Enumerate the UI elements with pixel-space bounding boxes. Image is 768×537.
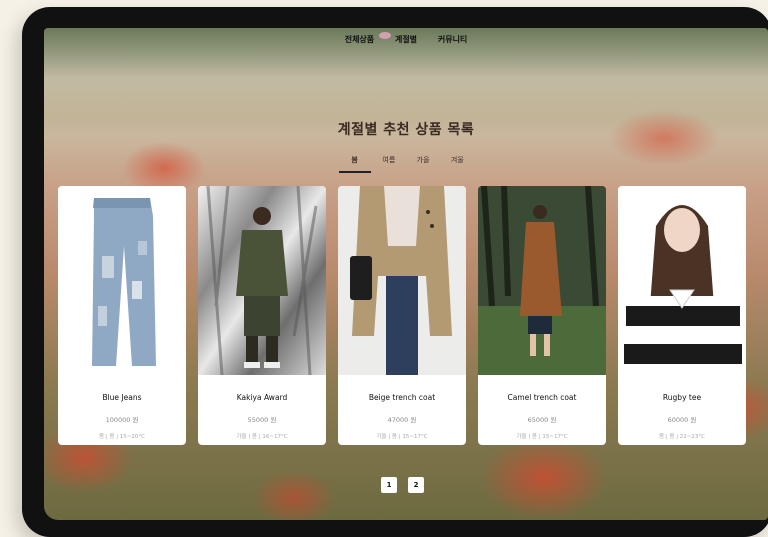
top-nav: 전체상품 계절별 커뮤니티 (44, 32, 768, 45)
product-price: 47000 원 (387, 416, 417, 424)
nav-indicator (379, 32, 391, 39)
product-image-kakiya (198, 186, 326, 375)
product-image-camel-trench (478, 186, 606, 375)
product-meta: 봄 | 봄 | 15~20°C (98, 434, 145, 440)
product-card[interactable]: Blue Jeans 100000 원 봄 | 봄 | 15~20°C (58, 186, 186, 445)
product-image-jeans (58, 186, 186, 375)
product-price: 60000 원 (667, 416, 697, 424)
season-tabs: 봄 여름 가을 겨울 (44, 155, 768, 173)
product-meta: 가을 | 봄 | 15~17°C (376, 434, 428, 440)
product-meta: 가을 | 봄 | 15~17°C (516, 434, 568, 440)
product-price: 65000 원 (527, 416, 557, 424)
section-title: 계절별 추천 상품 목록 (337, 122, 475, 138)
product-price: 55000 원 (247, 416, 277, 424)
tab-autumn[interactable]: 가을 (407, 155, 439, 171)
product-card[interactable]: Beige trench coat 47000 원 가을 | 봄 | 15~17… (338, 186, 466, 445)
product-price: 100000 원 (105, 416, 139, 424)
product-name: Blue Jeans (102, 393, 142, 402)
nav-seasonal[interactable]: 계절별 (395, 35, 417, 44)
product-image-beige-trench (338, 186, 466, 375)
product-meta: 봄 | 봄 | 22~23°C (658, 434, 705, 440)
product-grid: Blue Jeans 100000 원 봄 | 봄 | 15~20°C Kaki… (58, 186, 758, 446)
page-1-button[interactable]: 1 (381, 477, 397, 493)
tab-winter[interactable]: 겨울 (441, 155, 473, 171)
product-card[interactable]: Rugby tee 60000 원 봄 | 봄 | 22~23°C (618, 186, 746, 445)
product-card[interactable]: Kakiya Award 55000 원 가을 | 봄 | 16~17°C (198, 186, 326, 445)
product-image-rugby-tee (618, 186, 746, 375)
nav-community[interactable]: 커뮤니티 (438, 35, 467, 44)
page-2-button[interactable]: 2 (408, 477, 425, 493)
nav-all-products[interactable]: 전체상품 (345, 35, 374, 44)
product-name: Camel trench coat (507, 393, 577, 402)
tab-spring[interactable]: 봄 (338, 155, 371, 173)
product-name: Kakiya Award (236, 393, 288, 402)
app-screen: 전체상품 계절별 커뮤니티 계절별 추천 상품 목록 봄 여름 가을 겨울 Bl… (44, 28, 768, 520)
product-name: Beige trench coat (368, 393, 436, 402)
product-card[interactable]: Camel trench coat 65000 원 가을 | 봄 | 15~17… (478, 186, 606, 445)
product-meta: 가을 | 봄 | 16~17°C (236, 434, 288, 440)
tab-summer[interactable]: 여름 (373, 155, 405, 171)
product-name: Rugby tee (662, 393, 702, 402)
pagination: 1 2 (381, 472, 430, 493)
